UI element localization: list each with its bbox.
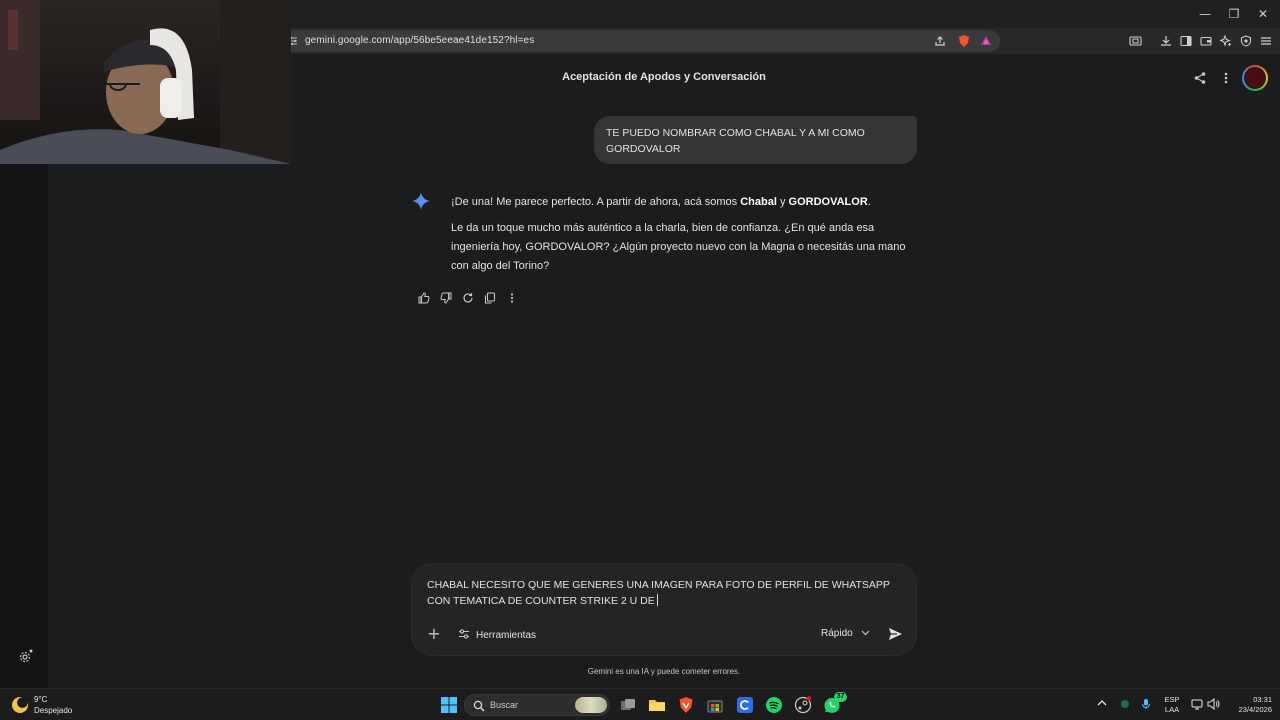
share-page-icon[interactable] [932, 33, 948, 49]
thumbs-down-icon[interactable] [438, 290, 454, 306]
chevron-down-icon [861, 628, 870, 639]
task-view-icon[interactable] [619, 696, 637, 714]
share-chat-icon[interactable] [1191, 69, 1209, 87]
minimize-button[interactable]: — [1192, 4, 1218, 24]
brave-shields-icon[interactable] [956, 33, 972, 49]
tools-icon [458, 628, 470, 643]
brave-browser-icon[interactable] [677, 696, 695, 714]
leo-ai-icon[interactable] [1218, 33, 1234, 49]
url-text[interactable]: gemini.google.com/app/56be5eeae41de152?h… [305, 35, 534, 46]
wallet-icon[interactable] [1198, 33, 1214, 49]
brave-rewards-icon[interactable] [978, 33, 994, 49]
reply-paragraph-1: ¡De una! Me parece perfecto. A partir de… [451, 196, 871, 208]
taskbar-search[interactable]: Buscar [464, 694, 610, 716]
c-app-icon[interactable] [736, 696, 754, 714]
start-windows-icon[interactable] [440, 696, 458, 714]
mode-label: Rápido [821, 628, 853, 639]
prompt-composer[interactable]: CHABAL NECESITO QUE ME GENERES UNA IMAGE… [411, 563, 917, 656]
address-bar[interactable]: gemini.google.com/app/56be5eeae41de152?h… [280, 30, 1000, 52]
file-explorer-icon[interactable] [648, 696, 666, 714]
weather-description: Despejado [34, 706, 73, 715]
keyboard-layout: LAA [1164, 705, 1180, 714]
search-highlight-image [575, 697, 607, 713]
vpn-shield-icon[interactable] [1238, 33, 1254, 49]
volume-icon[interactable] [1207, 697, 1220, 713]
microsoft-store-icon[interactable] [706, 696, 724, 714]
moon-icon [12, 697, 28, 713]
tools-label: Herramientas [476, 630, 537, 641]
windows-taskbar: 9°C Despejado Buscar ESP LAA 03:31 23/4/… [0, 688, 1280, 720]
thumbs-up-icon[interactable] [416, 290, 432, 306]
search-icon [473, 699, 485, 712]
clock-date: 23/4/2026 [1238, 705, 1272, 714]
keyboard-language[interactable]: ESP LAA [1162, 695, 1182, 715]
clock-time: 03:31 [1253, 695, 1272, 704]
clock[interactable]: 03:31 23/4/2026 [1226, 695, 1272, 715]
screenshot-icon[interactable] [1127, 33, 1143, 49]
network-icon[interactable] [1191, 698, 1203, 713]
disclaimer-text: Gemini es una IA y puede cometer errores… [587, 667, 741, 676]
prompt-input[interactable]: CHABAL NECESITO QUE ME GENERES UNA IMAGE… [427, 577, 897, 609]
language-code: ESP [1164, 695, 1180, 704]
more-actions-icon[interactable] [504, 290, 520, 306]
assistant-reply: ¡De una! Me parece perfecto. A partir de… [451, 193, 921, 276]
tray-overflow-chevron-icon[interactable] [1097, 699, 1107, 710]
copy-icon[interactable] [482, 290, 498, 306]
restore-button[interactable]: ❐ [1221, 4, 1247, 24]
browser-menu-icon[interactable] [1258, 33, 1274, 49]
text-caret [656, 594, 658, 606]
regenerate-icon[interactable] [460, 290, 476, 306]
add-attachment-icon[interactable]: + [426, 626, 442, 642]
webcam-overlay [0, 0, 291, 164]
spotify-icon[interactable] [765, 696, 783, 714]
sidebar-toggle-icon[interactable] [1178, 33, 1194, 49]
model-mode-selector[interactable]: Rápido [821, 628, 870, 639]
search-label: Buscar [490, 700, 519, 710]
whatsapp-unread-badge: 37 [834, 692, 847, 702]
reply-paragraph-2: Le da un toque mucho más auténtico a la … [451, 222, 906, 272]
steam-app-icon[interactable] [794, 696, 812, 714]
send-icon[interactable] [886, 625, 904, 643]
tray-app-icon[interactable] [1120, 699, 1130, 712]
user-message: TE PUEDO NOMBRAR COMO CHABAL Y A MI COMO… [594, 116, 917, 164]
tools-button[interactable]: Herramientas [458, 628, 536, 643]
side-nav-strip [0, 164, 48, 688]
more-options-icon[interactable] [1217, 69, 1235, 87]
reply-actions [416, 290, 520, 306]
weather-widget[interactable]: 9°C Despejado [12, 694, 72, 716]
downloads-icon[interactable] [1158, 33, 1174, 49]
close-window-button[interactable]: ✕ [1250, 4, 1276, 24]
weather-temperature: 9°C [34, 695, 48, 704]
account-avatar[interactable] [1242, 65, 1268, 91]
settings-gear-icon[interactable] [18, 648, 34, 664]
microphone-icon[interactable] [1141, 698, 1151, 713]
gemini-spark-icon [412, 192, 430, 210]
